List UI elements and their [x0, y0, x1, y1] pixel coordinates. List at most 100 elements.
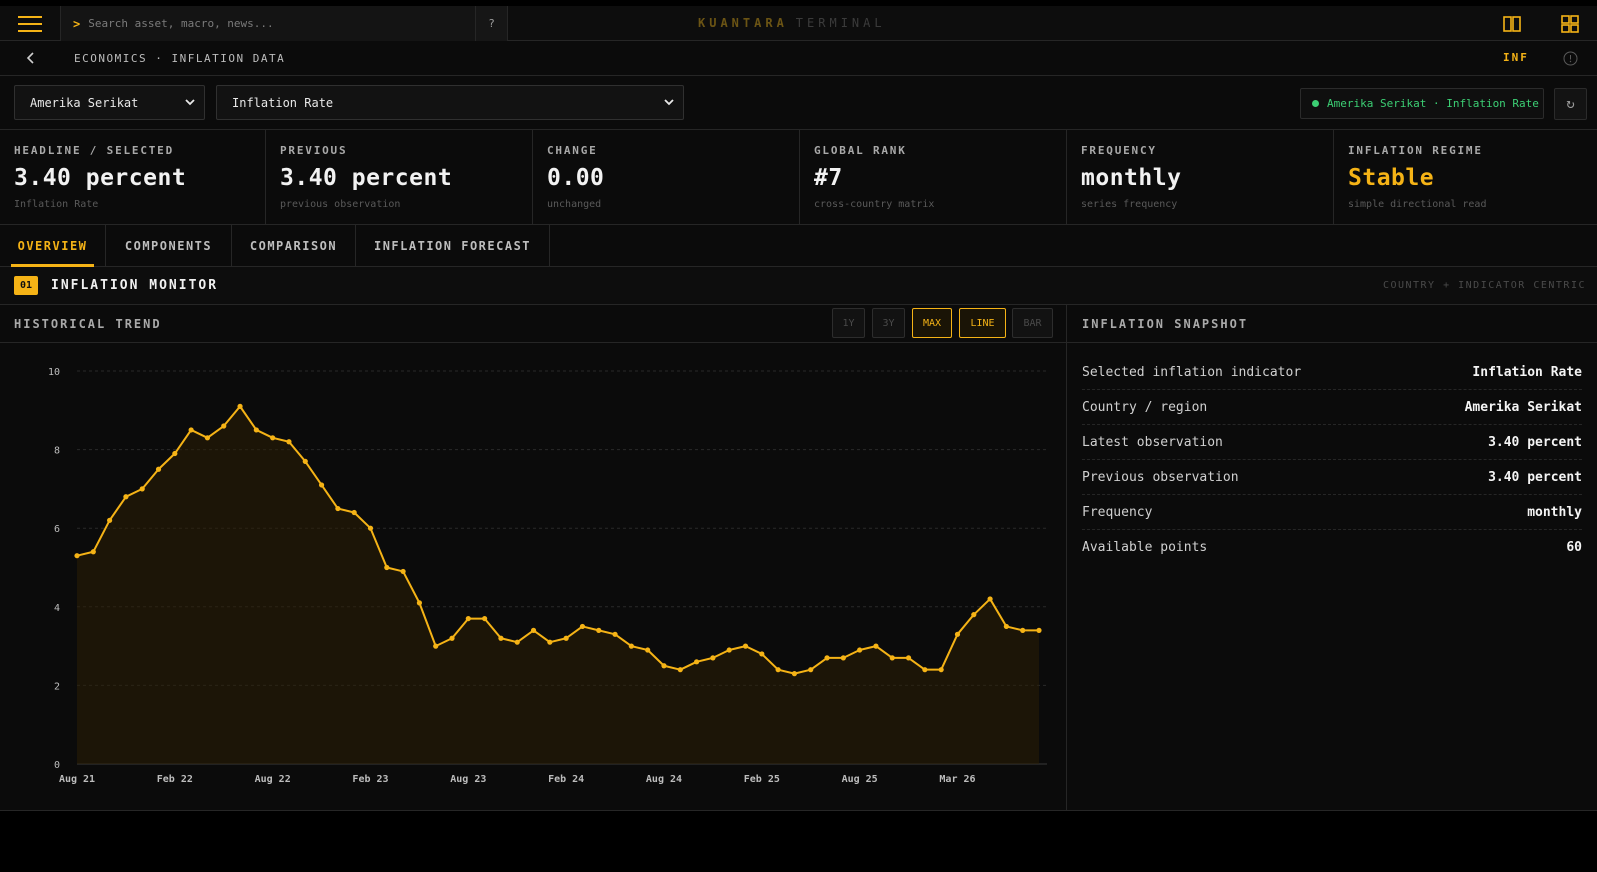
- range-3y-button[interactable]: 3Y: [872, 308, 905, 338]
- data-point: [74, 553, 80, 559]
- info-button[interactable]: [1563, 51, 1578, 66]
- split-view-icon: [1503, 16, 1521, 32]
- mode-line-button[interactable]: LINE: [959, 308, 1006, 338]
- section-header: 01 INFLATION MONITOR COUNTRY + INDICATOR…: [0, 267, 1597, 305]
- data-point: [449, 635, 455, 641]
- x-tick-label: Feb 22: [157, 774, 193, 785]
- kpi-label: GLOBAL RANK: [814, 144, 907, 157]
- snapshot-value: 3.40 percent: [1488, 434, 1582, 450]
- data-point: [302, 458, 308, 464]
- grid-layout-button[interactable]: [1560, 14, 1580, 34]
- mode-bar-button[interactable]: BAR: [1012, 308, 1053, 338]
- data-point: [384, 564, 390, 571]
- data-point: [1020, 627, 1026, 633]
- range-max-button[interactable]: MAX: [912, 308, 952, 338]
- historical-trend-chart: 0 2 4 6 8 10 Aug 21 Feb 22 Aug 22 Feb 23 Aug 23 Feb…: [48, 367, 1047, 785]
- refresh-button[interactable]: ↻: [1554, 88, 1587, 120]
- x-tick-label: Aug 23: [450, 774, 486, 785]
- data-point: [628, 643, 634, 649]
- country-select[interactable]: Amerika Serikat: [14, 85, 205, 120]
- data-point: [938, 667, 944, 673]
- data-point: [482, 615, 488, 622]
- tab-components[interactable]: COMPONENTS: [106, 225, 232, 267]
- status-dot-icon: [1312, 100, 1319, 107]
- kpi-card-headline: HEADLINE / SELECTED 3.40 percent Inflati…: [0, 130, 266, 225]
- snapshot-list: Selected inflation indicator Inflation Ra…: [1082, 355, 1582, 565]
- snapshot-value: Inflation Rate: [1472, 364, 1582, 380]
- y-tick-label: 2: [54, 681, 60, 692]
- data-point: [661, 663, 667, 669]
- selector-row: Amerika Serikat Inflation Rate Amerika S…: [0, 76, 1597, 130]
- tab-bar: OVERVIEW COMPONENTS COMPARISON INFLATION…: [0, 225, 1597, 267]
- status-badge: Amerika Serikat · Inflation Rate: [1300, 88, 1544, 119]
- hamburger-menu-button[interactable]: [0, 6, 60, 41]
- chevron-down-icon: [185, 99, 195, 106]
- tab-comparison[interactable]: COMPARISON: [232, 225, 356, 267]
- data-point: [791, 671, 798, 677]
- data-point: [873, 643, 879, 649]
- data-point: [318, 482, 325, 488]
- kpi-value: monthly: [1081, 165, 1182, 191]
- data-point: [579, 623, 586, 630]
- split-view-button[interactable]: [1502, 14, 1522, 34]
- data-point: [253, 427, 259, 433]
- kpi-card-inflation-regime: INFLATION REGIME Stable simple direction…: [1334, 130, 1597, 225]
- data-point: [367, 525, 374, 531]
- data-point: [1036, 627, 1042, 633]
- snapshot-value: Amerika Serikat: [1464, 399, 1582, 415]
- kpi-label: PREVIOUS: [280, 144, 348, 157]
- hamburger-menu-icon: [18, 15, 42, 32]
- data-point: [563, 635, 569, 641]
- data-point: [286, 439, 292, 445]
- data-point: [889, 655, 895, 661]
- tab-inflation-forecast[interactable]: INFLATION FORECAST: [356, 225, 550, 267]
- y-tick-label: 6: [54, 524, 60, 535]
- kpi-card-frequency: FREQUENCY monthly series frequency: [1067, 130, 1334, 225]
- y-tick-label: 0: [54, 760, 60, 771]
- help-button[interactable]: ?: [476, 6, 508, 41]
- top-bar: > ? KUANTARA TERMINAL: [0, 6, 1597, 41]
- data-point: [971, 612, 977, 618]
- data-point: [465, 615, 471, 622]
- data-point: [922, 667, 928, 673]
- data-point: [270, 435, 276, 441]
- data-point: [954, 631, 961, 637]
- back-arrow-icon: [26, 52, 34, 64]
- data-point: [987, 596, 993, 602]
- indicator-select[interactable]: Inflation Rate: [216, 85, 684, 120]
- snapshot-row: Country / region Amerika Serikat: [1082, 390, 1582, 425]
- range-1y-button[interactable]: 1Y: [832, 308, 865, 338]
- back-button[interactable]: [22, 49, 40, 67]
- indicator-select-value: Inflation Rate: [232, 95, 334, 110]
- data-point: [172, 450, 178, 457]
- snapshot-row: Frequency monthly: [1082, 495, 1582, 530]
- snapshot-value: monthly: [1527, 504, 1582, 520]
- info-icon: [1563, 51, 1578, 66]
- data-point: [840, 655, 846, 661]
- x-tick-label: Feb 23: [352, 774, 388, 785]
- data-point: [677, 667, 683, 673]
- section-number-badge: 01: [14, 276, 38, 295]
- data-point: [547, 639, 553, 645]
- data-point: [530, 627, 537, 633]
- breadcrumb: ECONOMICS · INFLATION DATA: [74, 52, 286, 65]
- data-point: [759, 651, 765, 657]
- data-point: [204, 435, 211, 441]
- data-point: [905, 655, 912, 661]
- data-point: [710, 655, 716, 661]
- search-input[interactable]: [88, 17, 459, 30]
- brand-primary: KUANTARA: [698, 16, 788, 30]
- tab-overview[interactable]: OVERVIEW: [0, 225, 106, 267]
- kpi-sub: previous observation: [280, 199, 401, 210]
- breadcrumb-bar: ECONOMICS · INFLATION DATA INF: [0, 41, 1597, 76]
- kpi-label: INFLATION REGIME: [1348, 144, 1483, 157]
- snapshot-header: INFLATION SNAPSHOT: [1067, 305, 1597, 343]
- kpi-value: 3.40 percent: [14, 165, 187, 191]
- chart-title: HISTORICAL TREND: [14, 317, 162, 331]
- data-point: [400, 568, 406, 575]
- x-tick-label: Feb 25: [744, 774, 780, 785]
- search-prompt: >: [73, 16, 81, 31]
- x-tick-label: Aug 22: [255, 774, 291, 785]
- kpi-sub: cross-country matrix: [814, 199, 935, 210]
- data-point: [335, 505, 341, 512]
